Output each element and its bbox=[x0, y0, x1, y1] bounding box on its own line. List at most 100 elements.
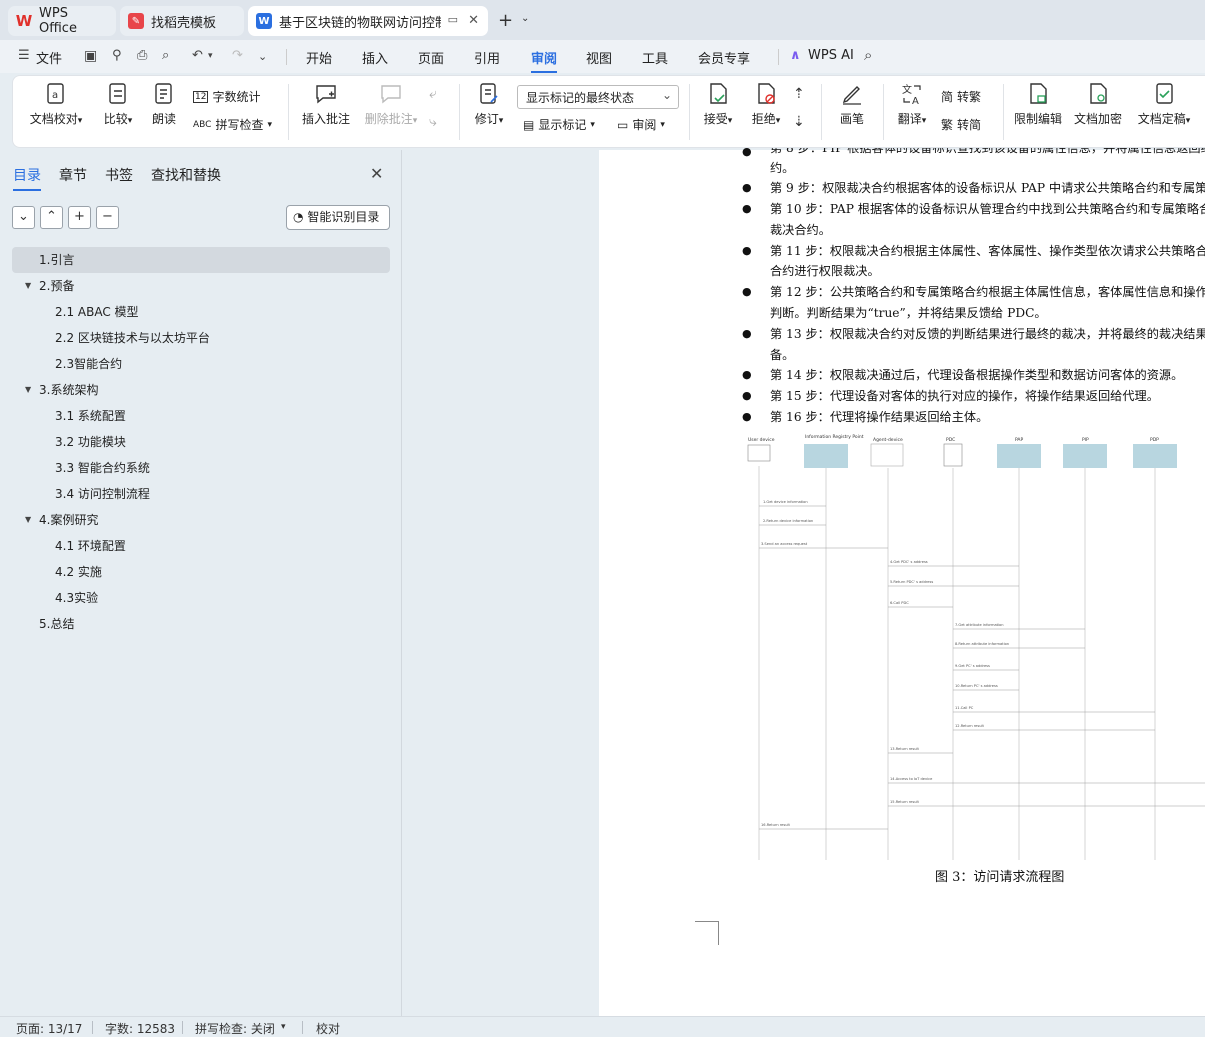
read-aloud-icon bbox=[155, 83, 172, 104]
revise-icon bbox=[480, 83, 498, 104]
toc-item[interactable]: 4.1 环境配置 bbox=[0, 533, 402, 559]
collapse-down-button[interactable]: ⌄ bbox=[12, 206, 35, 229]
translate-button[interactable]: 文A 翻译▾ bbox=[893, 82, 931, 127]
restrict-edit-button[interactable]: 限制编辑 bbox=[1013, 82, 1063, 127]
message-16: 16.Return result bbox=[759, 823, 888, 830]
word-count-button[interactable]: 12 字数统计 bbox=[193, 88, 260, 105]
redo-icon[interactable]: ↷ bbox=[232, 48, 243, 63]
toc-item[interactable]: ▼ 3.系统架构 bbox=[0, 377, 402, 403]
previous-revision-icon[interactable]: ⇡ bbox=[793, 86, 805, 102]
spell-check-button[interactable]: ABC 拼写检查 ▾ bbox=[193, 116, 272, 133]
toc-item[interactable]: ▼ 4.案例研究 bbox=[0, 507, 402, 533]
share-icon[interactable]: ⚲ bbox=[112, 48, 122, 63]
menu-file[interactable]: 文件 bbox=[36, 48, 62, 67]
toc-item[interactable]: 3.1 系统配置 bbox=[0, 403, 402, 429]
bullet-icon: ● bbox=[742, 145, 752, 158]
menu-tools[interactable]: 工具 bbox=[642, 48, 668, 67]
show-marks-button[interactable]: ▤ 显示标记 ▾ bbox=[523, 116, 595, 133]
svg-text:14.Access to IoT device: 14.Access to IoT device bbox=[890, 777, 933, 781]
search-icon[interactable]: ⌕ bbox=[864, 46, 872, 64]
close-tab-icon[interactable]: ✕ bbox=[468, 13, 479, 28]
tab-toc[interactable]: 目录 bbox=[13, 165, 41, 191]
chevron-down-icon[interactable]: ⌄ bbox=[521, 13, 529, 24]
toc-item[interactable]: 3.4 访问控制流程 bbox=[0, 481, 402, 507]
toc-item[interactable]: 3.3 智能合约系统 bbox=[0, 455, 402, 481]
menu-view[interactable]: 视图 bbox=[586, 48, 612, 67]
toc-item[interactable]: 4.2 实施 bbox=[0, 559, 402, 585]
compare-button[interactable]: 比较▾ bbox=[99, 82, 137, 127]
tab-wps-office[interactable]: W WPS Office bbox=[8, 6, 116, 36]
remove-heading-button[interactable]: − bbox=[96, 206, 119, 229]
bullet-icon: ● bbox=[742, 410, 752, 423]
print-icon[interactable]: ⎙ bbox=[137, 48, 147, 63]
previous-comment-icon[interactable]: ⤶ bbox=[429, 86, 437, 102]
read-aloud-button[interactable]: 朗读 bbox=[149, 82, 179, 127]
tab-label: 基于区块链的物联网访问控制扌 bbox=[279, 15, 441, 31]
menu-review[interactable]: 审阅 bbox=[531, 48, 558, 73]
message-15: 15.Return result bbox=[888, 800, 1205, 807]
paragraph-line: 第 16 步：代理将操作结果返回给主体。 bbox=[770, 410, 989, 424]
menu-wps-ai[interactable]: WPS AI bbox=[808, 48, 854, 63]
expand-triangle-icon: ▼ bbox=[25, 385, 32, 394]
finalize-button[interactable]: 文档定稿▾ bbox=[1133, 82, 1195, 127]
expand-up-button[interactable]: ⌃ bbox=[40, 206, 63, 229]
smart-toc-button[interactable]: ◔ 智能识别目录 bbox=[286, 205, 390, 230]
proofread-status[interactable]: 校对 bbox=[316, 1020, 340, 1037]
toc-item[interactable]: 2.3智能合约 bbox=[0, 351, 402, 377]
revise-button[interactable]: 修订▾ bbox=[469, 82, 509, 127]
toc-item[interactable]: 5.总结 bbox=[0, 611, 402, 637]
chevron-down-icon[interactable]: ▾ bbox=[281, 1022, 286, 1032]
reject-button[interactable]: 拒绝▾ bbox=[747, 82, 785, 127]
new-tab-icon[interactable]: + bbox=[498, 10, 513, 31]
delete-comment-button[interactable]: 删除批注▾ bbox=[361, 82, 421, 127]
save-icon[interactable]: ▣ bbox=[84, 48, 97, 64]
svg-text:11.Call PC: 11.Call PC bbox=[955, 706, 974, 710]
next-revision-icon[interactable]: ⇣ bbox=[793, 114, 805, 130]
toc-item[interactable]: 1.引言 bbox=[12, 247, 390, 273]
doc-check-button[interactable]: a 文档校对▾ bbox=[29, 82, 83, 127]
tab-docer[interactable]: ✎ 找稻壳模板 bbox=[120, 6, 244, 36]
toc-item[interactable]: 2.1 ABAC 模型 bbox=[0, 299, 402, 325]
encrypt-button[interactable]: 文档加密 bbox=[1073, 82, 1123, 127]
word-count[interactable]: 字数: 12583 bbox=[105, 1020, 175, 1037]
tab-chapters[interactable]: 章节 bbox=[59, 165, 87, 191]
toc-item[interactable]: ▼ 2.预备 bbox=[0, 273, 402, 299]
to-simplified-button[interactable]: 繁 转简 bbox=[941, 116, 981, 133]
figure-caption: 图 3：访问请求流程图 bbox=[935, 870, 1065, 885]
svg-text:7.Get attribute information: 7.Get attribute information bbox=[955, 623, 1004, 627]
spell-check-status[interactable]: 拼写检查: 关闭 bbox=[195, 1020, 275, 1037]
bullet-icon: ● bbox=[742, 181, 752, 194]
sequence-diagram-figure[interactable]: User device Information Registry Point A… bbox=[745, 432, 1205, 862]
tab-bookmarks[interactable]: 书签 bbox=[105, 165, 133, 191]
toc-item[interactable]: 2.2 区块链技术与以太坊平台 bbox=[0, 325, 402, 351]
menu-insert[interactable]: 插入 bbox=[362, 48, 388, 67]
simplified-icon: 繁 bbox=[941, 118, 954, 132]
delete-comment-icon bbox=[381, 85, 401, 104]
undo-icon[interactable]: ↶ bbox=[192, 48, 203, 63]
menu-membership[interactable]: 会员专享 bbox=[698, 48, 750, 67]
toc-item[interactable]: 3.2 功能模块 bbox=[0, 429, 402, 455]
monitor-icon[interactable]: ▭ bbox=[448, 13, 458, 26]
tab-find-replace[interactable]: 查找和替换 bbox=[151, 165, 221, 191]
menu-page[interactable]: 页面 bbox=[418, 48, 444, 67]
toc-item[interactable]: 4.3实验 bbox=[0, 585, 402, 611]
to-traditional-button[interactable]: 简 转繁 bbox=[941, 88, 981, 105]
next-comment-icon[interactable]: ⤷ bbox=[429, 114, 437, 130]
pen-button[interactable]: 画笔 bbox=[837, 82, 867, 127]
print-preview-icon[interactable]: ⌕ bbox=[162, 48, 169, 63]
add-heading-button[interactable]: + bbox=[68, 206, 91, 229]
paragraph-line: 第 11 步：权限裁决合约根据主体属性、客体属性、操作类型依次请求公共策略合约 bbox=[770, 244, 1205, 258]
close-icon[interactable]: ✕ bbox=[370, 164, 383, 183]
chevron-down-icon: ⌄ bbox=[661, 88, 672, 102]
insert-comment-button[interactable]: 插入批注 bbox=[301, 82, 351, 127]
hamburger-icon[interactable]: ☰ bbox=[18, 48, 30, 63]
display-state-select[interactable]: 显示标记的最终状态 ⌄ bbox=[517, 85, 679, 109]
undo-dropdown-icon[interactable]: ▾ bbox=[208, 51, 213, 61]
menu-home[interactable]: 开始 bbox=[306, 48, 332, 67]
more-icon[interactable]: ⌄ bbox=[258, 50, 267, 63]
tab-document[interactable]: W 基于区块链的物联网访问控制扌 ▭ ✕ bbox=[248, 6, 488, 36]
page-indicator[interactable]: 页面: 13/17 bbox=[16, 1020, 82, 1037]
review-pane-button[interactable]: ▭ 审阅 ▾ bbox=[617, 116, 665, 133]
accept-button[interactable]: 接受▾ bbox=[699, 82, 737, 127]
menu-references[interactable]: 引用 bbox=[474, 48, 500, 67]
